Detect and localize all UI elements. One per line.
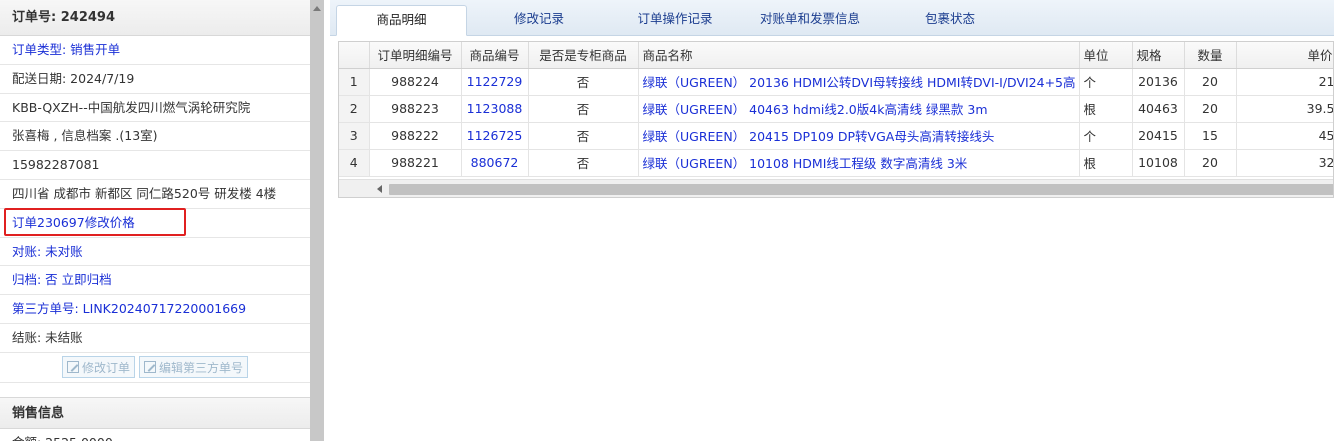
- table-row[interactable]: 2 988223 1123088 否 绿联（UGREEN） 40463 hdmi…: [339, 95, 1333, 123]
- scrollbar-thumb[interactable]: [389, 184, 1333, 195]
- col-header-spec[interactable]: 规格: [1132, 42, 1185, 69]
- unit-cell: 根: [1079, 149, 1133, 177]
- price-change-link[interactable]: 订单230697修改价格: [0, 209, 310, 238]
- contact-phone: 15982287081: [0, 151, 310, 180]
- order-detail-panel: 商品明细 修改记录 订单操作记录 对账单和发票信息 包裹状态 订单明细编号 商品…: [330, 0, 1334, 441]
- scroll-up-arrow-icon[interactable]: [313, 6, 321, 11]
- tab-change-log[interactable]: 修改记录: [480, 5, 598, 36]
- quantity-cell: 20: [1184, 68, 1237, 96]
- delivery-date: 配送日期: 2024/7/19: [0, 65, 310, 94]
- detail-id-cell: 988223: [369, 95, 462, 123]
- edit-third-party-button[interactable]: 编辑第三方单号: [139, 356, 249, 379]
- product-id-link[interactable]: 880672: [461, 149, 529, 177]
- horizontal-scrollbar[interactable]: [339, 179, 1333, 197]
- order-type[interactable]: 订单类型: 销售开单: [0, 36, 310, 65]
- contact-person: 张喜梅 , 信息档案 .(13室): [0, 122, 310, 152]
- sales-info-section-title: 销售信息: [0, 396, 310, 429]
- table-row[interactable]: 1 988224 1122729 否 绿联（UGREEN） 20136 HDMI…: [339, 68, 1333, 96]
- edit-icon: [66, 361, 79, 374]
- reconciliation-status[interactable]: 对账: 未对账: [0, 238, 310, 267]
- quantity-cell: 15: [1184, 122, 1237, 150]
- edit-order-label: 修改订单: [81, 360, 130, 375]
- detail-id-cell: 988221: [369, 149, 462, 177]
- edit-icon: [144, 361, 156, 374]
- unit-price-cell: 32: [1236, 149, 1333, 177]
- order-info-content: 订单号: 242494 订单类型: 销售开单 配送日期: 2024/7/19 K…: [0, 0, 310, 441]
- order-action-buttons: 修改订单 编辑第三方单号: [0, 353, 310, 383]
- col-header-product-id[interactable]: 商品编号: [461, 42, 529, 69]
- customer-company: KBB-QXZH--中国航发四川燃气涡轮研究院: [0, 94, 310, 123]
- order-number-title: 订单号: 242494: [0, 0, 310, 36]
- row-number: 4: [339, 149, 370, 177]
- col-header-quantity[interactable]: 数量: [1184, 42, 1237, 69]
- col-header-counter[interactable]: 是否是专柜商品: [528, 42, 639, 69]
- product-name-link[interactable]: 绿联（UGREEN） 10108 HDMI线工程级 数字高清线 3米: [638, 149, 1080, 177]
- product-id-link[interactable]: 1123088: [461, 95, 529, 123]
- order-info-panel: 订单号: 242494 订单类型: 销售开单 配送日期: 2024/7/19 K…: [0, 0, 324, 441]
- counter-cell: 否: [528, 95, 639, 123]
- col-header-detail-id[interactable]: 订单明细编号: [369, 42, 462, 69]
- settlement-status: 结账: 未结账: [0, 324, 310, 353]
- row-number: 2: [339, 95, 370, 123]
- edit-order-button[interactable]: 修改订单: [61, 356, 135, 379]
- counter-cell: 否: [528, 122, 639, 150]
- tab-product-details[interactable]: 商品明细: [336, 5, 467, 36]
- unit-price-cell: 39.5: [1236, 95, 1333, 123]
- detail-id-cell: 988224: [369, 68, 462, 96]
- row-number: 3: [339, 122, 370, 150]
- tab-package-status[interactable]: 包裹状态: [900, 5, 1000, 36]
- table-row[interactable]: 4 988221 880672 否 绿联（UGREEN） 10108 HDMI线…: [339, 149, 1333, 177]
- product-detail-grid: 订单明细编号 商品编号 是否是专柜商品 商品名称 单位 规格 数量 单价 1 9…: [338, 41, 1334, 198]
- product-id-link[interactable]: 1126725: [461, 122, 529, 150]
- delivery-address: 四川省 成都市 新都区 同仁路520号 研发楼 4楼: [0, 180, 310, 209]
- counter-cell: 否: [528, 149, 639, 177]
- quantity-cell: 20: [1184, 95, 1237, 123]
- sales-amount: 金额: 2525.0000: [0, 429, 310, 441]
- row-number: 1: [339, 68, 370, 96]
- col-header-unit-price[interactable]: 单价: [1236, 42, 1333, 69]
- archive-status[interactable]: 归档: 否 立即归档: [0, 266, 310, 296]
- spec-cell: 40463: [1132, 95, 1185, 123]
- product-id-link[interactable]: 1122729: [461, 68, 529, 96]
- product-name-link[interactable]: 绿联（UGREEN） 20136 HDMI公转DVI母转接线 HDMI转DVI-…: [638, 68, 1080, 96]
- product-name-link[interactable]: 绿联（UGREEN） 40463 hdmi线2.0版4k高清线 绿黑款 3m: [638, 95, 1080, 123]
- spec-cell: 10108: [1132, 149, 1185, 177]
- col-header-unit[interactable]: 单位: [1079, 42, 1133, 69]
- unit-cell: 个: [1079, 68, 1133, 96]
- third-party-order-number[interactable]: 第三方单号: LINK20240717220001669: [0, 295, 310, 324]
- unit-price-cell: 21: [1236, 68, 1333, 96]
- left-panel-scrollbar[interactable]: [310, 0, 324, 441]
- edit-third-party-label: 编辑第三方单号: [159, 360, 244, 375]
- tab-operation-log[interactable]: 订单操作记录: [615, 5, 735, 36]
- spec-cell: 20136: [1132, 68, 1185, 96]
- tab-statement-invoice[interactable]: 对账单和发票信息: [740, 5, 880, 36]
- table-row[interactable]: 3 988222 1126725 否 绿联（UGREEN） 20415 DP10…: [339, 122, 1333, 150]
- col-header-rownum: [339, 42, 370, 69]
- quantity-cell: 20: [1184, 149, 1237, 177]
- product-table: 订单明细编号 商品编号 是否是专柜商品 商品名称 单位 规格 数量 单价 1 9…: [339, 42, 1333, 177]
- product-name-link[interactable]: 绿联（UGREEN） 20415 DP109 DP转VGA母头高清转接线头: [638, 122, 1080, 150]
- detail-tabs: 商品明细 修改记录 订单操作记录 对账单和发票信息 包裹状态: [330, 0, 1334, 36]
- spec-cell: 20415: [1132, 122, 1185, 150]
- unit-price-cell: 45: [1236, 122, 1333, 150]
- table-header-row: 订单明细编号 商品编号 是否是专柜商品 商品名称 单位 规格 数量 单价: [339, 42, 1333, 69]
- col-header-product-name[interactable]: 商品名称: [638, 42, 1080, 69]
- detail-id-cell: 988222: [369, 122, 462, 150]
- counter-cell: 否: [528, 68, 639, 96]
- scroll-left-arrow-icon[interactable]: [377, 185, 382, 193]
- unit-cell: 根: [1079, 95, 1133, 123]
- unit-cell: 个: [1079, 122, 1133, 150]
